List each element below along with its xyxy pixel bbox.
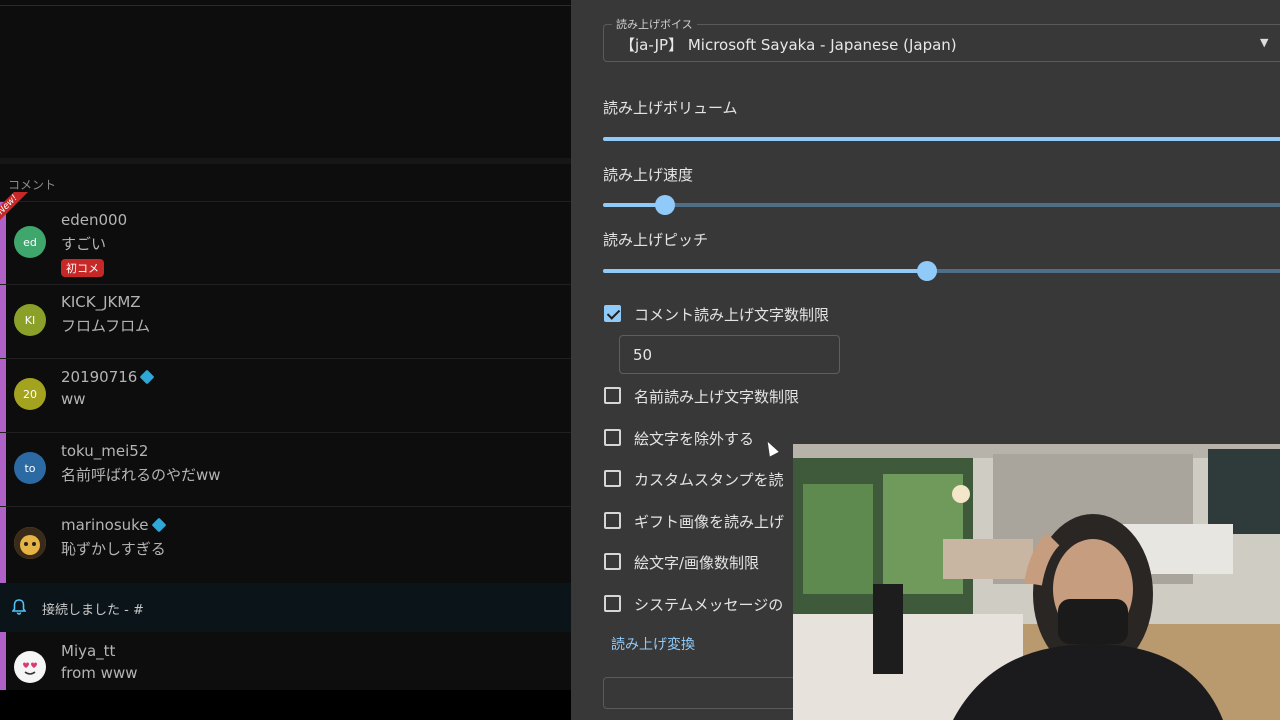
voice-select-value: 【ja-JP】 Microsoft Sayaka - Japanese (Jap… — [620, 36, 957, 54]
exclude-emoji-label: 絵文字を除外する — [634, 430, 755, 448]
comment-text: ww — [61, 390, 86, 408]
avatar: 20 — [14, 378, 46, 410]
first-comment-badge: 初コメ — [61, 259, 104, 277]
comment-username: marinosuke — [61, 516, 166, 534]
dropdown-arrow-icon[interactable]: ▼ — [1260, 36, 1268, 49]
new-ribbon-label: New! — [0, 192, 33, 230]
emoji-image-limit-checkbox[interactable] — [604, 553, 621, 570]
pitch-slider[interactable] — [603, 261, 1280, 281]
gift-image-label: ギフト画像を読み上げ — [634, 513, 785, 531]
comment-accent-bar — [0, 285, 6, 359]
section-divider — [0, 158, 571, 164]
comment-username: eden000 — [61, 211, 128, 229]
emoji-image-limit-label: 絵文字/画像数制限 — [634, 554, 760, 572]
comment-row[interactable]: New! ed eden000 すごい 初コメ — [0, 192, 571, 285]
comment-username-text: marinosuke — [61, 516, 149, 534]
voice-select-legend: 読み上げボイス — [612, 16, 697, 32]
name-limit-checkbox[interactable] — [604, 387, 621, 404]
comments-section-label: コメント — [8, 178, 57, 192]
comment-limit-input[interactable]: 50 — [619, 335, 840, 374]
comment-row[interactable]: to toku_mei52 名前呼ばれるのやだww — [0, 432, 571, 507]
avatar — [14, 527, 46, 559]
volume-slider[interactable] — [603, 137, 1280, 141]
volume-label: 読み上げボリューム — [603, 99, 738, 117]
conversion-link[interactable]: 読み上げ変換 — [611, 634, 695, 654]
avatar — [14, 651, 46, 683]
comment-limit-label: コメント読み上げ文字数制限 — [634, 306, 830, 324]
member-diamond-icon — [139, 369, 155, 385]
comment-accent-bar — [0, 507, 6, 584]
pitch-label: 読み上げピッチ — [603, 231, 709, 249]
comment-text: フロムフロム — [61, 317, 151, 335]
partial-input-field[interactable] — [603, 677, 805, 709]
comment-username: KICK_JKMZ — [61, 293, 141, 311]
speed-label: 読み上げ速度 — [603, 166, 694, 184]
member-diamond-icon — [151, 517, 166, 533]
avatar: KI — [14, 304, 46, 336]
comment-text: 恥ずかしすぎる — [61, 540, 166, 558]
bell-icon — [11, 599, 27, 619]
speed-slider-thumb[interactable] — [655, 195, 676, 215]
custom-stamp-checkbox[interactable] — [604, 470, 621, 487]
name-limit-label: 名前読み上げ文字数制限 — [634, 388, 800, 406]
system-message-checkbox[interactable] — [604, 595, 621, 612]
top-divider — [0, 5, 571, 6]
comment-username: 20190716 — [61, 368, 155, 386]
webcam-overlay — [793, 444, 1280, 720]
webcam-image — [793, 444, 1280, 720]
comment-accent-bar — [0, 359, 6, 433]
comment-row[interactable]: 20 20190716 ww — [0, 358, 571, 433]
speed-slider[interactable] — [603, 195, 1280, 215]
comment-row[interactable]: marinosuke 恥ずかしすぎる — [0, 506, 571, 584]
comment-text: 名前呼ばれるのやだww — [61, 466, 221, 484]
comments-panel: コメント New! ed eden000 すごい 初コメ KI KICK_JKM… — [0, 0, 571, 690]
comment-row[interactable]: KI KICK_JKMZ フロムフロム — [0, 284, 571, 359]
system-message-row: 接続しました - # — [0, 583, 571, 632]
custom-stamp-label: カスタムスタンプを読 — [634, 471, 784, 489]
exclude-emoji-checkbox[interactable] — [604, 429, 621, 446]
character-avatar-icon — [14, 527, 46, 559]
pitch-slider-fill — [603, 269, 928, 273]
bottom-bar — [0, 690, 571, 720]
comment-row[interactable]: Miya_tt from www — [0, 632, 571, 690]
heart-eyes-avatar-icon — [15, 652, 45, 682]
system-message-label: システムメッセージの — [634, 596, 784, 614]
avatar: ed — [14, 226, 46, 258]
comment-limit-checkbox[interactable] — [604, 305, 621, 322]
comment-text: from www — [61, 664, 138, 682]
comment-accent-bar — [0, 632, 6, 690]
comment-accent-bar — [0, 433, 6, 507]
avatar: to — [14, 452, 46, 484]
comment-text: すごい — [61, 235, 107, 253]
comment-username: Miya_tt — [61, 642, 116, 660]
volume-slider-fill — [603, 137, 1280, 141]
gift-image-checkbox[interactable] — [604, 512, 621, 529]
system-message-text: 接続しました - # — [42, 603, 144, 618]
comment-username: toku_mei52 — [61, 442, 149, 460]
comment-username-text: 20190716 — [61, 368, 138, 386]
